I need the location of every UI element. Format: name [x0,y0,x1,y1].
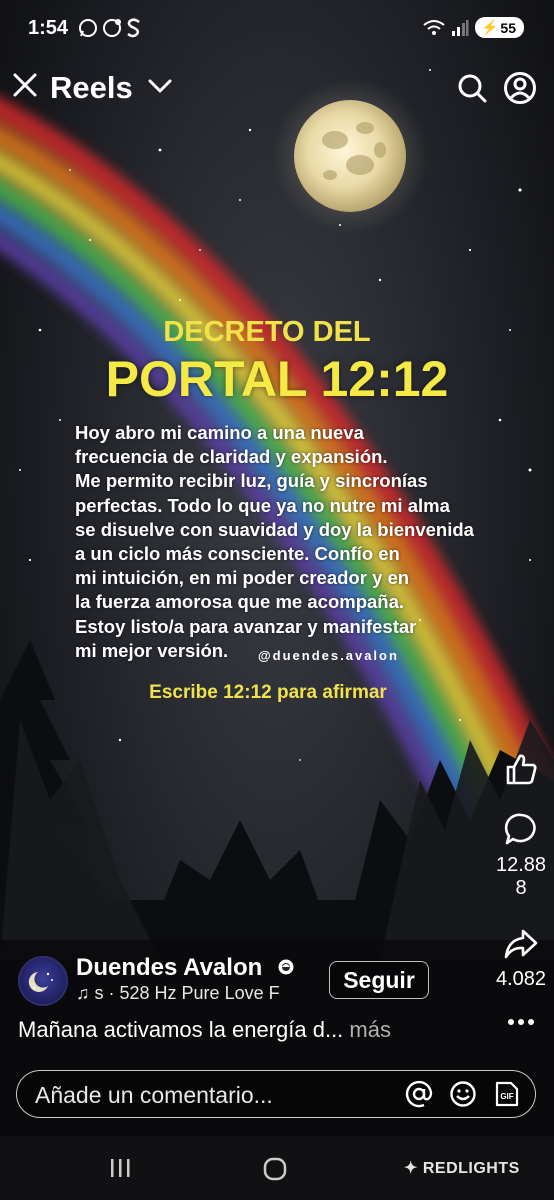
music-icon: ♫ [76,983,95,1003]
body-line: a un ciclo más consciente. Confío en [75,543,400,565]
body-line: mi intuición, en mi poder creador y en [75,567,410,589]
status-right: ⚡ 55 [423,17,524,38]
body-line: la fuerza amorosa que me acompaña. [75,591,405,613]
comments-count-line2: 8 [515,877,527,899]
comment-icon [504,813,536,845]
comment-input[interactable]: Añade un comentario... GIF [16,1070,536,1118]
watermark-text: REDLIGHTS [422,1160,520,1177]
gif-icon: GIF [495,1081,519,1107]
body-line: Hoy abro mi camino a una nueva [75,422,364,443]
search-button[interactable] [456,72,488,109]
gif-button[interactable]: GIF [492,1080,520,1113]
profile-button[interactable] [503,71,537,110]
comment-button[interactable]: 12.88 8 [491,812,551,900]
share-icon [504,929,538,959]
body-line: se disuelve con suavidad y doy la bienve… [75,518,474,540]
body-line: perfectas. Todo lo que ya no nutre mi al… [75,494,450,516]
signal-icon [451,19,469,36]
post-handle: @duendes.avalon [258,648,399,663]
chevron-down-icon [148,79,172,93]
recents-icon [111,1159,130,1177]
emoji-button[interactable] [449,1080,477,1113]
music-track[interactable]: ♫ s · 528 Hz Pure Love F [76,983,308,1004]
post-heading-line2: PORTAL 12:12 [0,350,554,408]
emoji-icon [450,1081,476,1107]
verified-icon [278,959,294,975]
profile-icon [504,72,536,104]
body-line: Me permito recibir luz, guía y sincronía… [75,470,428,492]
share-button[interactable]: 4.082 [491,926,551,991]
page-title[interactable]: Reels [50,70,133,106]
avatar[interactable] [18,956,68,1006]
home-button[interactable] [262,1156,288,1187]
comment-placeholder: Añade un comentario... [35,1082,273,1108]
like-icon [506,754,537,785]
cta-text: Escribe 12:12 para afirmar [149,682,387,703]
whatsapp-icon [79,19,97,37]
recents-button[interactable] [108,1156,132,1185]
reels-header: Reels [0,64,554,116]
more-options-button[interactable] [491,1010,551,1033]
battery-level: 55 [500,19,516,36]
close-button[interactable] [12,72,38,103]
avatar-logo-icon [28,972,53,992]
shares-count: 4.082 [495,968,547,990]
verified-badge [278,959,294,980]
caption-text: Mañana activamos la energía d... [18,1017,344,1042]
author-name[interactable]: Duendes Avalon [76,954,262,982]
notification-icons [78,18,142,38]
reels-dropdown-button[interactable] [148,78,172,99]
body-line: frecuencia de claridad y expansión. [75,446,388,468]
post-heading-line1: DECRETO DEL [0,316,554,349]
mention-icon [405,1080,433,1108]
search-icon [458,74,487,103]
whatsapp-business-icon [103,19,121,37]
charging-icon: ⚡ [480,19,499,35]
heading-line1-text: DECRETO DEL [163,316,371,348]
watermark-logo-icon: ✦ [404,1160,418,1177]
post-cta: Escribe 12:12 para afirmar [0,682,554,704]
battery-indicator: ⚡ 55 [474,17,524,38]
status-bar: 1:54 ⚡ 55 [0,0,554,58]
heading-line2-text: PORTAL 12:12 [105,351,449,407]
close-icon [13,73,37,97]
status-time: 1:54 [28,17,69,39]
mention-button[interactable] [405,1080,433,1113]
more-icon [508,1019,534,1025]
watermark: ✦ REDLIGHTS [404,1158,520,1178]
wifi-icon [423,19,445,35]
like-button[interactable] [491,752,551,792]
post-body: Hoy abro mi camino a una nueva frecuenci… [75,421,515,663]
svg-text:GIF: GIF [500,1092,513,1101]
music-track-text: s · 528 Hz Pure Love F [94,983,280,1003]
body-line: Estoy listo/a para avanzar y manifestar [75,615,417,637]
comments-count-line1: 12.88 [495,854,547,876]
caption-more-link[interactable]: más [349,1017,391,1042]
s-app-icon [127,18,140,38]
post-caption[interactable]: Mañana activamos la energía d... más [18,1017,391,1043]
follow-button[interactable]: Seguir [329,961,429,999]
home-icon [263,1157,287,1181]
